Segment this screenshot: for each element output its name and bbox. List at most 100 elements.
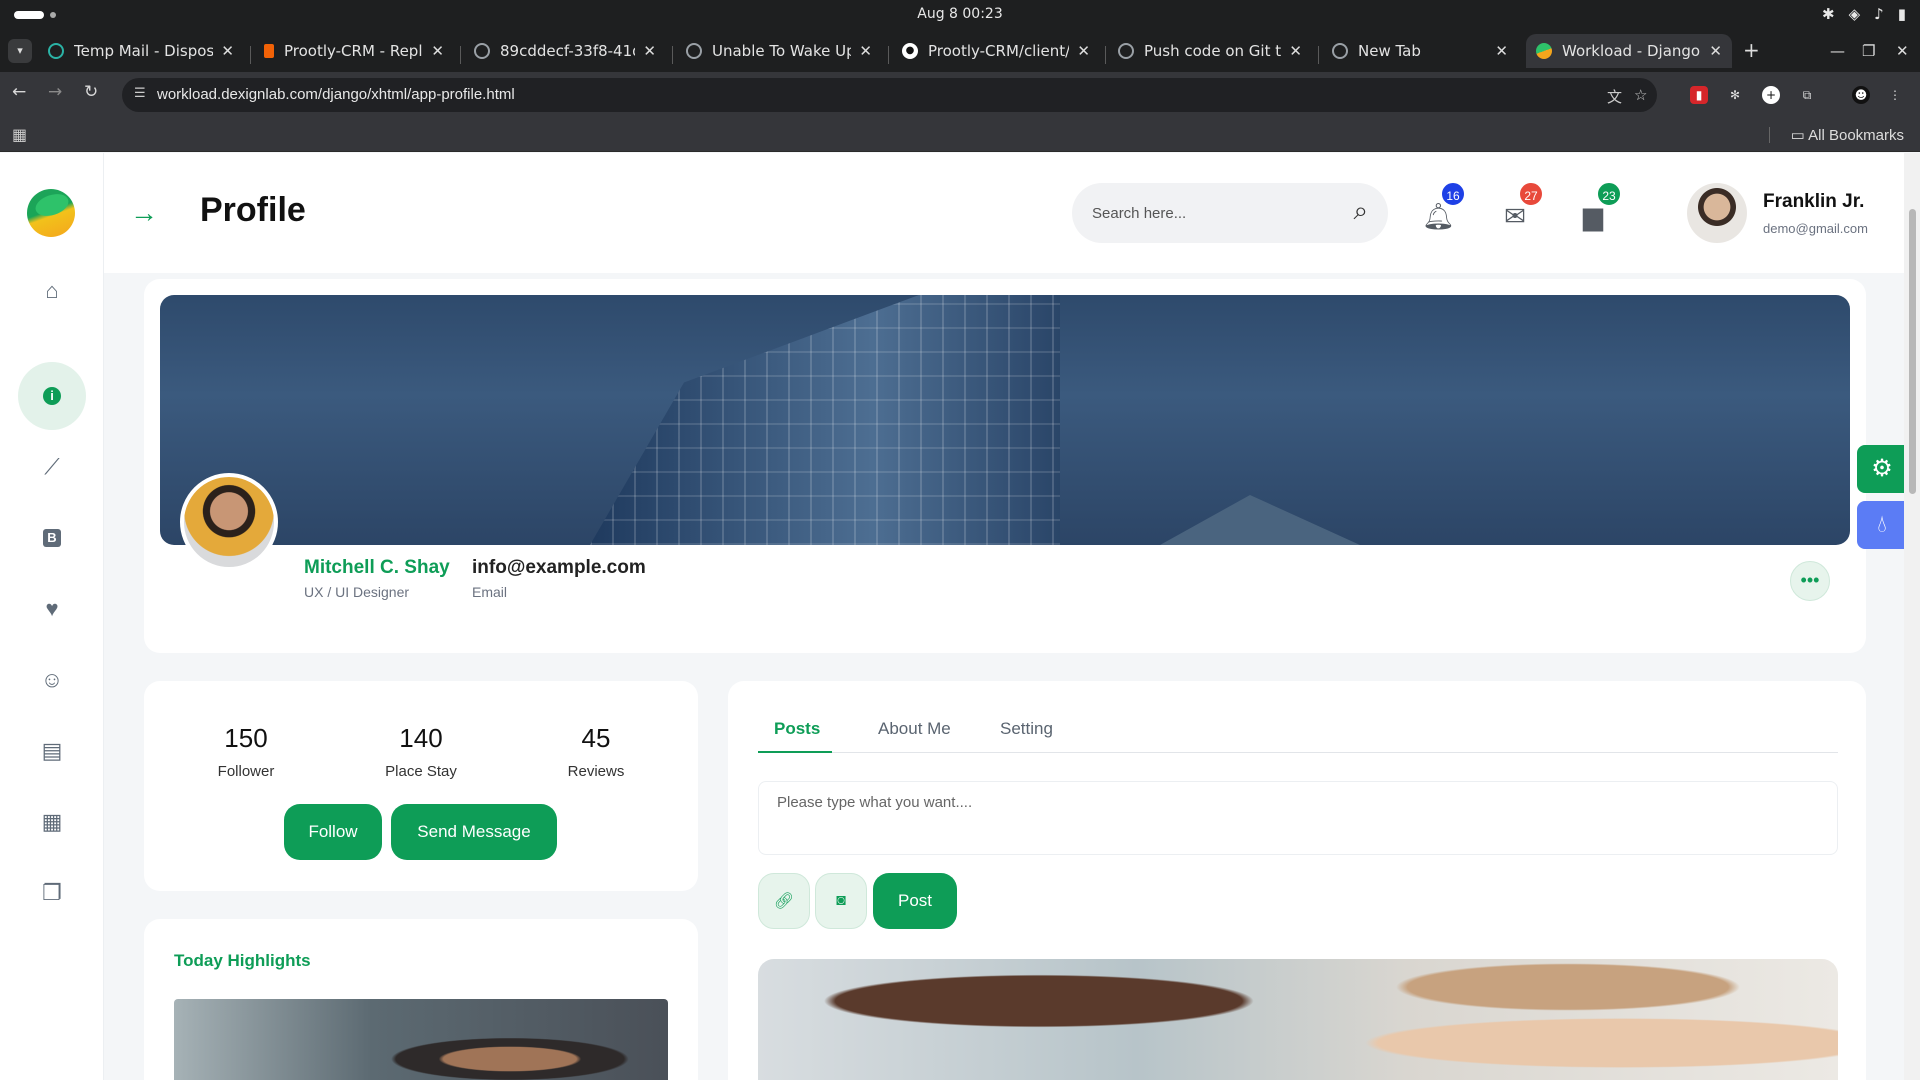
more-options-button[interactable]: ••• [1790,561,1830,601]
close-window-icon[interactable]: ✕ [1896,42,1909,60]
minimize-icon[interactable]: — [1830,42,1845,60]
all-bookmarks-button[interactable]: ▭ All Bookmarks [1791,126,1904,144]
settings-gear-icon[interactable]: ✱ [1822,5,1835,23]
send-message-button[interactable]: Send Message [391,804,557,860]
bookmark-star-icon[interactable]: ☆ [1634,86,1647,104]
user-avatar[interactable] [1687,183,1747,243]
close-tab-icon[interactable]: ✕ [643,42,656,60]
profile-avatar[interactable] [180,473,278,571]
profile-name: Mitchell C. Shay [304,557,450,578]
color-theme-button[interactable]: 💧︎ [1857,501,1907,549]
sidebar-toggle-arrow-icon[interactable]: → [130,197,158,229]
browser-tab[interactable]: ● Prootly-CRM/client/s ✕ [892,34,1100,68]
os-top-bar: Aug 8 00:23 ✱ ◈ ♪ ▮ [0,0,1920,30]
volume-icon[interactable]: ♪ [1874,5,1884,23]
translate-icon[interactable]: 文 [1607,86,1622,107]
copy-icon: ❐ [42,880,62,905]
browser-tab-active[interactable]: Workload - Django Pr ✕ [1526,34,1732,68]
tab-title: New Tab [1358,42,1421,60]
sidebar-item-pages[interactable]: ❐ [18,859,86,927]
maximize-icon[interactable]: ❐ [1862,42,1875,60]
system-tray[interactable]: ✱ ◈ ♪ ▮ [1822,5,1906,23]
profile-icon[interactable]: ☻ [1852,86,1870,104]
browser-tab[interactable]: 89cddecf-33f8-41dc ✕ [464,34,666,68]
cover-building-graphic [590,295,1060,545]
close-tab-icon[interactable]: ✕ [859,42,872,60]
follow-button[interactable]: Follow [284,804,382,860]
close-tab-icon[interactable]: ✕ [221,42,234,60]
sidebar-item-documents[interactable]: ▤ [18,717,86,785]
scrollbar-thumb[interactable] [1909,209,1916,494]
user-email: demo@gmail.com [1763,221,1868,236]
post-textarea[interactable] [758,781,1838,855]
back-icon[interactable]: ← [12,82,26,102]
new-tab-icon[interactable]: + [1743,38,1760,62]
stats-card: 150 Follower 140 Place Stay 45 Reviews F… [144,681,698,891]
sidebar-item-users[interactable]: ☺ [18,646,86,714]
browser-tab-strip: ▾ Temp Mail - Disposab ✕ Prootly-CRM - R… [0,30,1920,72]
url-text[interactable]: workload.dexignlab.com/django/xhtml/app-… [157,86,515,103]
follower-label: Follower [217,763,275,780]
close-tab-icon[interactable]: ✕ [431,42,444,60]
browser-menu-icon[interactable]: ⋮ [1886,86,1904,104]
sidebar-item-home[interactable]: ⌂ [18,257,86,325]
tab-title: Unable To Wake Up [712,42,852,60]
apps-grid-icon[interactable]: ▦ [12,125,27,144]
post-image[interactable] [758,959,1838,1080]
tab-separator [672,46,673,64]
extension-plus-icon[interactable]: + [1762,86,1780,104]
search-icon[interactable]: ⌕ [1353,195,1368,227]
close-tab-icon[interactable]: ✕ [1077,42,1090,60]
tab-title: Workload - Django Pr [1562,42,1701,60]
tab-search-button[interactable]: ▾ [8,39,32,63]
browser-tab[interactable]: Unable To Wake Up ✕ [676,34,882,68]
all-bookmarks-label: All Bookmarks [1808,127,1904,144]
tab-posts[interactable]: Posts [774,719,820,739]
theme-settings-button[interactable]: ⚙ [1857,445,1907,493]
forward-icon[interactable]: → [48,82,62,102]
tab-title: 89cddecf-33f8-41dc [500,42,636,60]
close-tab-icon[interactable]: ✕ [1495,42,1508,60]
browser-tab[interactable]: Temp Mail - Disposab ✕ [38,34,244,68]
sidebar-item-info[interactable]: i [18,362,86,430]
cover-photo [160,295,1850,545]
wifi-icon[interactable]: ◈ [1849,5,1861,23]
attach-photo-button[interactable]: ◙ [815,873,867,929]
replit-favicon-icon [264,44,274,58]
sidebar-item-charts[interactable]: ⟋ [18,433,86,501]
close-tab-icon[interactable]: ✕ [1709,42,1722,60]
page-header: → Profile ⌕ 🔔︎ 16 ✉ 27 ▆ 23 Franklin Jr.… [104,153,1920,273]
site-info-icon[interactable]: ☰ [134,86,146,101]
sidebar-item-tables[interactable]: ▦ [18,788,86,856]
reload-icon[interactable]: ↻ [84,82,98,102]
reviews-count: 45 [581,723,611,753]
browser-tab[interactable]: Prootly-CRM - Replit ✕ [254,34,454,68]
posts-card: Posts About Me Setting 🔗︎ ◙ Post [728,681,1866,1080]
tab-setting[interactable]: Setting [1000,719,1053,739]
address-bar[interactable]: ☰ workload.dexignlab.com/django/xhtml/ap… [122,78,1657,112]
battery-icon[interactable]: ▮ [1898,5,1906,23]
search-input[interactable] [1092,199,1322,227]
close-tab-icon[interactable]: ✕ [1289,42,1302,60]
sidebar-item-favorites[interactable]: ♥ [18,575,86,643]
tab-about-me[interactable]: About Me [878,719,951,739]
page-scrollbar[interactable] [1904,153,1920,1080]
app-logo[interactable] [27,189,75,237]
post-button[interactable]: Post [873,873,957,929]
highlight-image[interactable] [174,999,668,1080]
tab-separator [460,46,461,64]
extension-gear-icon[interactable]: ✻ [1726,86,1744,104]
user-name[interactable]: Franklin Jr. [1763,191,1864,213]
browser-tab[interactable]: New Tab ✕ [1322,34,1518,68]
attach-link-button[interactable]: 🔗︎ [758,873,810,929]
browser-tab[interactable]: Push code on Git thr ✕ [1108,34,1312,68]
page-title: Profile [200,191,306,229]
extensions-puzzle-icon[interactable]: ⧉ [1798,86,1816,104]
profile-role: UX / UI Designer [304,584,410,600]
tab-title: Prootly-CRM/client/s [928,42,1070,60]
os-clock[interactable]: Aug 8 00:23 [0,6,1920,22]
extension-recorder-icon[interactable]: ▮ [1690,86,1708,104]
sidebar-item-bootstrap[interactable]: B [18,504,86,572]
mail-count-badge: 27 [1518,181,1544,207]
heart-icon: ♥ [45,596,59,621]
